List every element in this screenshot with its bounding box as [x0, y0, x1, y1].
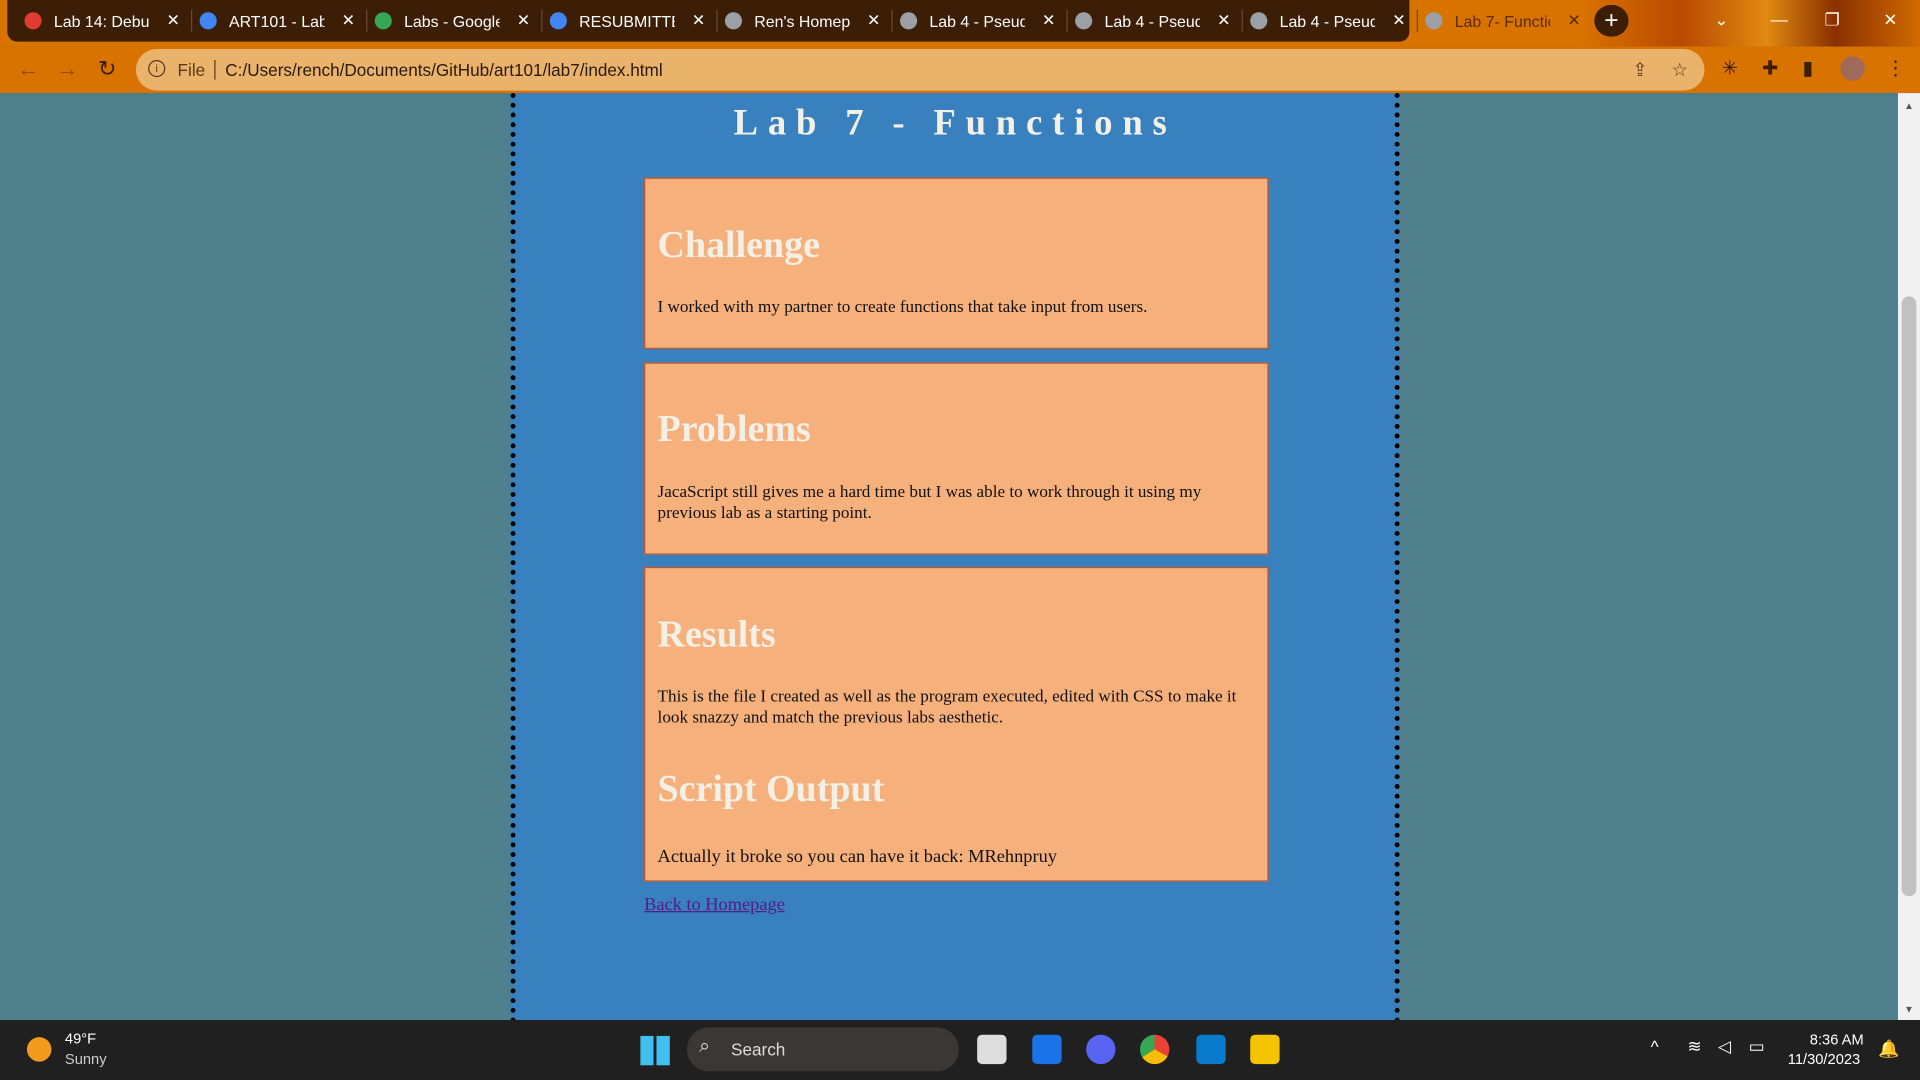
discord-icon[interactable]	[1086, 1034, 1116, 1065]
canvas-icon	[24, 12, 42, 30]
weather-sun-icon[interactable]	[26, 1037, 52, 1062]
globe-icon	[900, 12, 918, 30]
menu-icon[interactable]: ⋮	[1886, 56, 1906, 80]
close-window-button[interactable]: ✕	[1883, 10, 1897, 31]
tab-label: Labs - Google Drive	[404, 11, 500, 31]
close-tab-icon[interactable]: ✕	[342, 11, 355, 31]
chrome-icon[interactable]	[1140, 1034, 1170, 1065]
task-view-icon[interactable]	[977, 1034, 1007, 1065]
tab-label: Ren's Homepage	[754, 11, 850, 31]
section-text: JacaScript still gives me a hard time bu…	[657, 483, 1202, 523]
google-drive-icon	[374, 12, 392, 30]
tab-label: Lab 4 - Pseudocode	[1104, 11, 1201, 31]
vscode-icon[interactable]	[1196, 1034, 1226, 1065]
results-section: Results This is the file I created as we…	[644, 566, 1269, 882]
google-docs-icon	[549, 12, 567, 30]
search-label: Search	[731, 1039, 786, 1060]
share-icon[interactable]: ⇪	[1632, 59, 1647, 81]
close-tab-icon[interactable]: ✕	[517, 11, 530, 31]
globe-icon	[724, 12, 743, 30]
show-hidden-icons[interactable]: ^	[1651, 1037, 1659, 1057]
scrollbar[interactable]: ▲ ▼	[1897, 93, 1920, 1021]
notification-bell-icon[interactable]: 🔔	[1878, 1038, 1899, 1059]
content-column: Lab 7 - Functions Challenge I worked wit…	[510, 93, 1400, 1021]
tab[interactable]: Ren's Homepage ✕	[724, 5, 893, 37]
tab[interactable]: Labs - Google Drive ✕	[374, 5, 543, 37]
tab-label: Lab 4 - Pseudocode	[1279, 11, 1376, 31]
bookmark-star-icon[interactable]: ☆	[1671, 59, 1687, 81]
page-viewport: Lab 7 - Functions Challenge I worked wit…	[0, 93, 1898, 1021]
file-explorer-icon[interactable]	[1250, 1034, 1280, 1065]
globe-icon	[1250, 12, 1268, 30]
back-to-homepage-link[interactable]: Back to Homepage	[644, 895, 785, 916]
tab-label: ART101 - Lab	[228, 11, 325, 31]
section-heading: Results	[657, 612, 776, 656]
maximize-button[interactable]: ❐	[1824, 10, 1839, 31]
section-text: I worked with my partner to create funct…	[657, 298, 1148, 318]
extensions-puzzle-icon[interactable]: ✚	[1762, 56, 1778, 80]
calendar-icon[interactable]	[1032, 1034, 1062, 1065]
tab[interactable]: Lab 14: Debugging ✕	[24, 5, 193, 37]
search-icon: ⌕	[699, 1035, 711, 1057]
challenge-section: Challenge I worked with my partner to cr…	[644, 177, 1269, 349]
tab[interactable]: RESUBMITTED ✕	[549, 5, 718, 37]
forward-button[interactable]: →	[56, 56, 78, 82]
globe-icon	[1425, 12, 1443, 30]
url-text[interactable]: C:/Users/rench/Documents/GitHub/art101/l…	[225, 60, 662, 80]
close-tab-icon[interactable]: ✕	[1567, 11, 1580, 31]
tab[interactable]: Lab 4 - Pseudocode ✕	[1250, 5, 1418, 37]
close-tab-icon[interactable]: ✕	[1042, 11, 1055, 31]
script-output-text: Actually it broke so you can have it bac…	[657, 847, 1057, 867]
new-tab-button[interactable]: +	[1594, 4, 1629, 37]
scheme-label: File	[177, 60, 206, 80]
battery-icon[interactable]: ▭	[1749, 1036, 1765, 1057]
script-output-heading: Script Output	[657, 766, 885, 810]
close-tab-icon[interactable]: ✕	[1392, 11, 1405, 31]
close-tab-icon[interactable]: ✕	[692, 11, 705, 31]
tab-active[interactable]: Lab 7- Functions ✕	[1425, 5, 1581, 37]
taskbar-search[interactable]: ⌕ Search	[686, 1027, 959, 1072]
weather-condition[interactable]: Sunny	[65, 1051, 107, 1068]
address-bar[interactable]: i File C:/Users/rench/Documents/GitHub/a…	[135, 48, 1705, 91]
google-docs-icon	[199, 12, 217, 30]
profile-avatar[interactable]	[1840, 56, 1865, 81]
section-heading: Problems	[657, 406, 811, 450]
globe-icon	[1075, 12, 1093, 30]
section-heading: Challenge	[657, 222, 820, 266]
page-title: Lab 7 - Functions	[733, 102, 1177, 144]
section-text: This is the file I created as well as th…	[657, 688, 1237, 728]
close-tab-icon[interactable]: ✕	[167, 11, 180, 31]
tab-label: Lab 4 - Pseudocode	[929, 11, 1025, 31]
side-panel-icon[interactable]: ▮	[1802, 56, 1813, 80]
minimize-button[interactable]: —	[1771, 10, 1788, 30]
reload-button[interactable]: ↻	[98, 56, 116, 82]
clock-date[interactable]: 11/30/2023	[1788, 1051, 1860, 1068]
weather-temp[interactable]: 49°F	[65, 1030, 96, 1047]
tab-label: RESUBMITTED	[579, 11, 675, 31]
theme-background	[1579, 0, 1920, 47]
clock-time[interactable]: 8:36 AM	[1810, 1031, 1864, 1048]
tab-label: Lab 14: Debugging	[53, 11, 150, 31]
extension-icon[interactable]: ✳	[1722, 56, 1738, 80]
tab[interactable]: Lab 4 - Pseudocode ✕	[1075, 5, 1243, 37]
tab[interactable]: ART101 - Lab ✕	[199, 5, 368, 37]
wifi-icon[interactable]: ≋	[1687, 1036, 1701, 1057]
close-tab-icon[interactable]: ✕	[867, 11, 880, 31]
back-button[interactable]: ←	[17, 56, 39, 82]
close-tab-icon[interactable]: ✕	[1217, 11, 1230, 31]
taskbar: 49°F Sunny ⌕ Search ^ ≋ ◁ ▭ 8:36 AM 11/3…	[0, 1020, 1920, 1080]
tab[interactable]: Lab 4 - Pseudocode ✕	[900, 5, 1068, 37]
info-icon[interactable]: i	[148, 60, 166, 78]
tab-search-icon[interactable]: ⌄	[1714, 10, 1728, 31]
address-row: ← → ↻ i File C:/Users/rench/Documents/Gi…	[0, 46, 1920, 94]
problems-section: Problems JacaScript still gives me a har…	[644, 362, 1269, 555]
windows-start-icon[interactable]	[640, 1035, 670, 1066]
tab-bar: Lab 14: Debugging✕ART101 - Lab✕Labs - Go…	[0, 0, 1920, 47]
tab-label: Lab 7- Functions	[1454, 11, 1551, 31]
volume-icon[interactable]: ◁	[1718, 1036, 1731, 1057]
